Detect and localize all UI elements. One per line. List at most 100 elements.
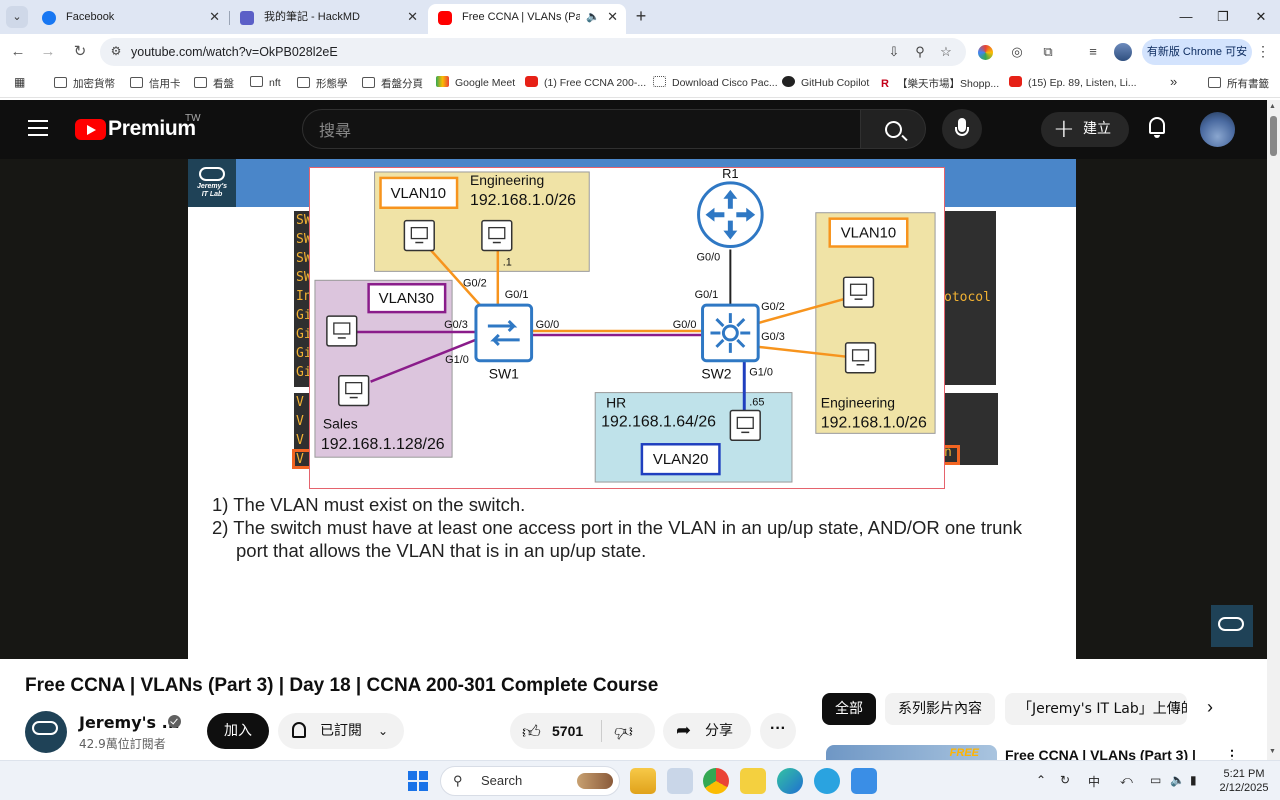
extension-color-icon[interactable] — [978, 45, 993, 60]
network-icon[interactable]: ▭ — [1150, 773, 1161, 787]
telegram-icon[interactable] — [814, 768, 840, 794]
ime-mode-icon[interactable]: ⤺ — [1120, 773, 1133, 788]
voice-search-button[interactable] — [942, 109, 982, 149]
chrome-icon[interactable] — [703, 768, 729, 794]
bookmark-rakuten[interactable]: R 【樂天市場】Shopp... — [881, 76, 999, 91]
tab-facebook[interactable]: Facebook ✕ — [32, 4, 228, 34]
account-avatar[interactable] — [1200, 112, 1235, 147]
install-app-icon[interactable]: ⇩ — [886, 44, 902, 60]
search-button[interactable] — [860, 109, 926, 149]
bookmark-folder[interactable]: 加密貨幣 — [54, 76, 115, 91]
like-dislike-group: 👍︎ 5701 👍︎ — [510, 713, 655, 749]
maximize-button[interactable]: ❐ — [1208, 4, 1238, 30]
tab-label: Free CCNA | VLANs (Part 3) — [462, 11, 580, 23]
terminal-line: V — [296, 395, 304, 410]
volume-icon[interactable]: 🔈 — [1170, 773, 1185, 787]
speaker-icon[interactable]: 🔈 — [586, 4, 600, 30]
bookmark-folder[interactable]: 形態學 — [297, 76, 348, 91]
youtube-logo-icon[interactable] — [75, 119, 106, 140]
zoom-icon[interactable]: ⚲ — [912, 44, 928, 60]
join-button[interactable]: 加入 — [207, 713, 269, 749]
share-icon: ➦ — [676, 720, 692, 741]
site-info-icon[interactable]: ⚙ — [108, 44, 124, 60]
back-button[interactable]: ← — [8, 42, 28, 62]
bookmarks-overflow-button[interactable]: » — [1170, 74, 1177, 89]
sticky-app-icon[interactable] — [740, 768, 766, 794]
tab-search-button[interactable]: ⌄ — [6, 6, 28, 28]
all-bookmarks-folder[interactable]: 所有書籤 — [1208, 76, 1269, 91]
bookmark-folder[interactable]: nft — [250, 76, 281, 89]
profile-avatar[interactable] — [1114, 43, 1132, 61]
bookmark-folder[interactable]: 看盤 — [194, 76, 234, 91]
chip-channel-uploads[interactable]: 「Jeremy's IT Lab」上傳的 — [1005, 693, 1187, 725]
chevron-right-icon[interactable]: › — [1207, 697, 1213, 718]
recommended-thumbnail[interactable]: FREE — [826, 745, 997, 760]
search-input[interactable] — [319, 119, 839, 141]
scroll-down-icon[interactable]: ▼ — [1269, 748, 1276, 755]
channel-watermark[interactable] — [1211, 605, 1253, 647]
address-bar[interactable]: ⚙ youtube.com/watch?v=OkPB028l2eE ⇩ ⚲ ☆ — [100, 38, 966, 66]
tray-overflow-icon[interactable]: ⌃ — [1036, 773, 1046, 787]
bookmark-youtube[interactable]: (1) Free CCNA 200-... — [525, 76, 646, 89]
media-controls-icon[interactable]: ≡ — [1084, 43, 1102, 61]
bookmark-star-icon[interactable]: ☆ — [938, 44, 954, 60]
chip-all[interactable]: 全部 — [822, 693, 876, 725]
youtube-brand[interactable]: Premium — [108, 117, 196, 141]
more-actions-button[interactable]: ··· — [760, 713, 796, 749]
chrome-menu-icon[interactable]: ⋮ — [1256, 43, 1270, 60]
file-explorer-icon[interactable] — [630, 768, 656, 794]
forward-button[interactable]: → — [38, 42, 58, 62]
new-tab-button[interactable]: + — [632, 6, 650, 28]
ime-indicator[interactable]: 中 — [1088, 773, 1100, 790]
bookmark-cisco[interactable]: Download Cisco Pac... — [653, 76, 778, 89]
minimize-button[interactable]: — — [1171, 4, 1201, 30]
windows-taskbar: ⚲ Search ⌃ ↻ 中 ⤺ ▭ 🔈 ▮ 5:21 PM 2/12/2025 — [0, 760, 1280, 800]
dislike-icon[interactable]: 👍︎ — [614, 721, 633, 743]
reload-button[interactable]: ↻ — [70, 42, 90, 62]
edge-icon[interactable] — [777, 768, 803, 794]
share-button[interactable]: ➦ 分享 — [663, 713, 751, 749]
close-window-button[interactable]: ✕ — [1246, 4, 1276, 30]
like-count[interactable]: 5701 — [552, 723, 583, 739]
like-icon[interactable]: 👍︎ — [522, 721, 541, 743]
taskbar-search[interactable]: ⚲ Search — [440, 766, 620, 796]
bookmark-folder[interactable]: 信用卡 — [130, 76, 181, 91]
browser-toolbar: ← → ↻ ⚙ youtube.com/watch?v=OkPB028l2eE … — [0, 34, 1280, 84]
system-clock[interactable]: 5:21 PM 2/12/2025 — [1214, 767, 1274, 795]
github-icon — [782, 76, 795, 87]
bookmark-google-meet[interactable]: Google Meet — [436, 76, 515, 89]
battery-icon[interactable]: ▮ — [1190, 773, 1197, 787]
windows-start-icon[interactable] — [408, 771, 428, 791]
tab-youtube[interactable]: Free CCNA | VLANs (Part 3) 🔈 ✕ — [428, 4, 626, 34]
apps-grid-icon[interactable]: ▦ — [14, 75, 25, 89]
page-scrollbar[interactable]: ▲ ▼ — [1267, 100, 1280, 760]
app-icon[interactable] — [667, 768, 693, 794]
clock-time: 5:21 PM — [1223, 768, 1265, 780]
channel-avatar[interactable] — [25, 711, 67, 753]
notepad-icon[interactable] — [851, 768, 877, 794]
video-title: Free CCNA | VLANs (Part 3) | Day 18 | CC… — [25, 675, 659, 696]
video-player[interactable]: Jeremy's IT Lab Jeremy'sIT Lab SWSWSWSWI… — [0, 159, 1267, 659]
channel-name[interactable]: Jeremy's ... — [79, 713, 180, 732]
bookmark-youtube-ep[interactable]: (15) Ep. 89, Listen, Li... — [1009, 76, 1137, 89]
bookmark-github-copilot[interactable]: GitHub Copilot — [782, 76, 869, 89]
notifications-bell-icon[interactable] — [1147, 117, 1167, 139]
close-icon[interactable]: ✕ — [607, 4, 618, 30]
extensions-puzzle-icon[interactable]: ⧉ — [1039, 43, 1057, 61]
hackmd-icon — [240, 11, 254, 25]
create-button[interactable]: + 建立 — [1041, 112, 1129, 147]
sync-icon[interactable]: ↻ — [1060, 773, 1070, 787]
subscribed-button[interactable]: 已訂閱 ⌄ — [278, 713, 404, 749]
rakuten-icon: R — [881, 78, 889, 90]
close-icon[interactable]: ✕ — [209, 4, 220, 30]
video-info: Free CCNA | VLANs (Part 3) | Day 18 | CC… — [0, 659, 1267, 763]
scroll-thumb[interactable] — [1270, 116, 1277, 156]
scroll-up-icon[interactable]: ▲ — [1269, 103, 1276, 110]
bookmark-folder[interactable]: 看盤分頁 — [362, 76, 423, 91]
chrome-update-button[interactable]: 有新版 Chrome 可安裝 — [1142, 39, 1252, 84]
extension-icon[interactable]: ◎ — [1008, 43, 1026, 61]
tab-hackmd[interactable]: 我的筆記 - HackMD ✕ — [230, 4, 426, 34]
close-icon[interactable]: ✕ — [407, 4, 418, 30]
menu-icon[interactable] — [28, 120, 48, 138]
chip-series[interactable]: 系列影片內容 — [885, 693, 995, 725]
